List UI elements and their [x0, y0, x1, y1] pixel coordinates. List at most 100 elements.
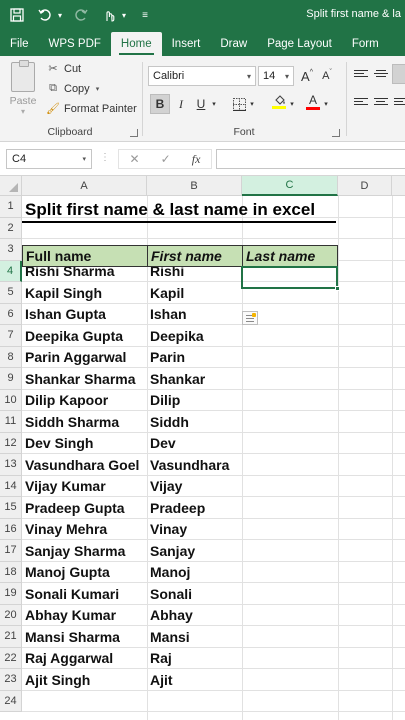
cell-full-name[interactable]: Kapil Singh	[22, 282, 147, 304]
tab-file[interactable]: File	[0, 38, 39, 56]
column-header-c[interactable]: C	[242, 176, 338, 196]
row-header-10[interactable]: 10	[0, 389, 22, 411]
row-header-24[interactable]: 24	[0, 690, 22, 712]
cell-full-name[interactable]: Vijay Kumar	[22, 476, 147, 498]
cell-full-name[interactable]: Shankar Sharma	[22, 368, 147, 390]
cell-full-name[interactable]: Dilip Kapoor	[22, 390, 147, 412]
clipboard-launcher-icon[interactable]	[130, 129, 138, 137]
cell-first-name[interactable]: Parin	[147, 347, 242, 369]
undo-dropdown-icon[interactable]: ▾	[56, 4, 64, 26]
shrink-font-button[interactable]: Aˇ	[318, 66, 336, 86]
align-middle-icon[interactable]	[374, 70, 388, 80]
cell-first-name[interactable]: Ajit	[147, 669, 242, 691]
format-painter-button[interactable]: 🖌 Format Painter	[46, 102, 137, 116]
column-header-a[interactable]: A	[22, 176, 147, 196]
cell-first-name[interactable]: Kapil	[147, 282, 242, 304]
tab-page-layout[interactable]: Page Layout	[257, 38, 342, 56]
active-cell-c4[interactable]	[241, 266, 338, 289]
row-header-21[interactable]: 21	[0, 626, 22, 648]
touch-mode-icon[interactable]	[98, 4, 120, 26]
fill-color-button[interactable]	[270, 92, 288, 112]
align-center-icon[interactable]	[374, 98, 388, 108]
cell-full-name[interactable]: Mansi Sharma	[22, 626, 147, 648]
font-color-dropdown-icon[interactable]: ▾	[322, 94, 330, 114]
underline-dropdown-icon[interactable]: ▾	[210, 94, 218, 114]
copy-dropdown-icon[interactable]: ▾	[96, 85, 100, 93]
cell-full-name[interactable]: Sonali Kumari	[22, 583, 147, 605]
redo-icon[interactable]	[70, 4, 92, 26]
font-color-button[interactable]: A	[304, 92, 322, 112]
row-header-16[interactable]: 16	[0, 518, 22, 540]
cell-first-name[interactable]: Vinay	[147, 519, 242, 541]
save-icon[interactable]	[6, 4, 28, 26]
grow-font-button[interactable]: A ^	[298, 66, 316, 86]
cell-first-name[interactable]: Raj	[147, 648, 242, 670]
bold-button[interactable]: B	[150, 94, 170, 114]
touch-dropdown-icon[interactable]: ▾	[120, 4, 128, 26]
header-first-name[interactable]: First name	[148, 245, 242, 266]
row-header-5[interactable]: 5	[0, 282, 22, 304]
column-header-b[interactable]: B	[147, 176, 242, 196]
align-right-icon[interactable]	[394, 98, 405, 108]
row-header-23[interactable]: 23	[0, 669, 22, 691]
tab-insert[interactable]: Insert	[162, 38, 211, 56]
cell-first-name[interactable]: Abhay	[147, 605, 242, 627]
align-left-icon[interactable]	[354, 98, 368, 108]
row-header-3[interactable]: 3	[0, 239, 22, 261]
row-header-4[interactable]: 4	[0, 260, 22, 282]
customize-toolbar-icon[interactable]: ≡	[134, 4, 156, 26]
row-header-9[interactable]: 9	[0, 368, 22, 390]
tab-draw[interactable]: Draw	[210, 38, 257, 56]
underline-button[interactable]: U	[192, 94, 210, 114]
cell-first-name[interactable]: Dilip	[147, 390, 242, 412]
cell-full-name[interactable]: Ajit Singh	[22, 669, 147, 691]
row-header-2[interactable]: 2	[0, 217, 22, 239]
row-header-7[interactable]: 7	[0, 325, 22, 347]
cell-first-name[interactable]: Manoj	[147, 562, 242, 584]
column-header-d[interactable]: D	[338, 176, 392, 196]
paste-button[interactable]: Paste ▾	[8, 60, 38, 116]
cell-full-name[interactable]: Siddh Sharma	[22, 411, 147, 433]
name-box[interactable]: C4 ▾	[6, 149, 92, 169]
row-header-19[interactable]: 19	[0, 583, 22, 605]
row-header-15[interactable]: 15	[0, 497, 22, 519]
paste-dropdown-icon[interactable]: ▾	[8, 107, 38, 116]
cell-first-name[interactable]: Vijay	[147, 476, 242, 498]
align-top-icon[interactable]	[354, 70, 368, 80]
column-header-e[interactable]	[392, 176, 405, 196]
cell-full-name[interactable]: Parin Aggarwal	[22, 347, 147, 369]
flash-fill-options-icon[interactable]	[242, 311, 258, 325]
font-size-select[interactable]: 14 ▾	[258, 66, 294, 86]
row-header-13[interactable]: 13	[0, 454, 22, 476]
sheet-title[interactable]: Split first name & last name in excel	[22, 196, 315, 223]
cut-button[interactable]: ✂ Cut	[46, 62, 81, 76]
cell-full-name[interactable]: Vinay Mehra	[22, 519, 147, 541]
cancel-icon[interactable]: ✕	[130, 152, 140, 166]
copy-button[interactable]: ⧉ Copy ▾	[46, 82, 99, 95]
cell-first-name[interactable]: Vasundhara	[147, 454, 242, 476]
header-full-name[interactable]: Full name	[23, 245, 147, 266]
header-last-name[interactable]: Last name	[243, 245, 338, 266]
font-launcher-icon[interactable]	[332, 129, 340, 137]
row-header-18[interactable]: 18	[0, 561, 22, 583]
row-header-12[interactable]: 12	[0, 432, 22, 454]
more-options-icon[interactable]: ⋮	[100, 152, 110, 163]
worksheet-grid[interactable]: A B C D 1 2 3 4 5 6 7 8 9 10 11 12 13 14 15 16 17 18 19 20 2…	[0, 176, 405, 720]
cell-full-name[interactable]: Raj Aggarwal	[22, 648, 147, 670]
cell-full-name[interactable]: Abhay Kumar	[22, 605, 147, 627]
row-header-17[interactable]: 17	[0, 540, 22, 562]
fill-handle[interactable]	[335, 286, 340, 291]
cell-first-name[interactable]: Dev	[147, 433, 242, 455]
row-header-11[interactable]: 11	[0, 411, 22, 433]
row-header-20[interactable]: 20	[0, 604, 22, 626]
cell-first-name[interactable]: Mansi	[147, 626, 242, 648]
align-bottom-icon[interactable]	[392, 64, 405, 84]
tab-formulas[interactable]: Form	[342, 38, 379, 56]
cell-full-name[interactable]: Ishan Gupta	[22, 304, 147, 326]
tab-wps-pdf[interactable]: WPS PDF	[39, 38, 111, 56]
tab-home[interactable]: Home	[110, 32, 162, 56]
cell-full-name[interactable]: Dev Singh	[22, 433, 147, 455]
enter-icon[interactable]: ✓	[161, 152, 171, 166]
fill-color-dropdown-icon[interactable]: ▾	[288, 94, 296, 114]
cell-full-name[interactable]: Deepika Gupta	[22, 325, 147, 347]
